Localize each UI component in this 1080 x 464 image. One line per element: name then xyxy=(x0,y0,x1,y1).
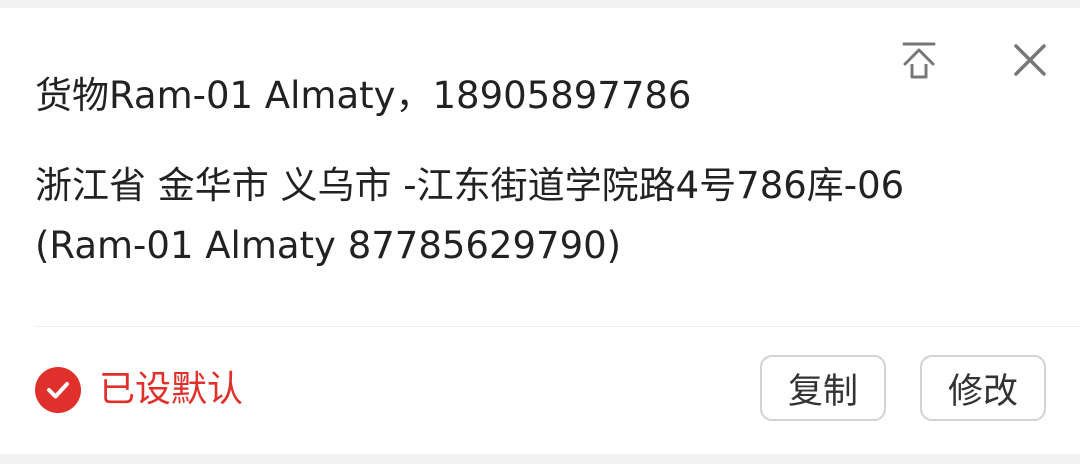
check-circle-icon xyxy=(35,367,81,413)
pin-to-top-button[interactable] xyxy=(895,36,943,84)
copy-button[interactable]: 复制 xyxy=(760,355,886,421)
edit-button[interactable]: 修改 xyxy=(920,355,1046,421)
set-default-toggle[interactable]: 已设默认 xyxy=(35,365,243,415)
address-line-2: (Ram-01 Almaty 87785629790) xyxy=(35,224,622,267)
recipient-name-phone: 货物Ram-01 Almaty，18905897786 xyxy=(35,74,692,117)
default-label: 已设默认 xyxy=(99,369,244,410)
address-card: 货物Ram-01 Almaty，18905897786 浙江省 金华市 义乌市 … xyxy=(0,8,1080,454)
address-line-1: 浙江省 金华市 义乌市 -江东街道学院路4号786库-06 xyxy=(35,164,905,207)
close-button[interactable] xyxy=(1006,36,1054,84)
address-text: 浙江省 金华市 义乌市 -江东街道学院路4号786库-06 (Ram-01 Al… xyxy=(35,156,1035,276)
pin-to-top-icon xyxy=(902,42,936,79)
divider xyxy=(35,326,1080,327)
bottom-spacer xyxy=(0,454,1080,464)
close-icon xyxy=(1014,44,1046,76)
